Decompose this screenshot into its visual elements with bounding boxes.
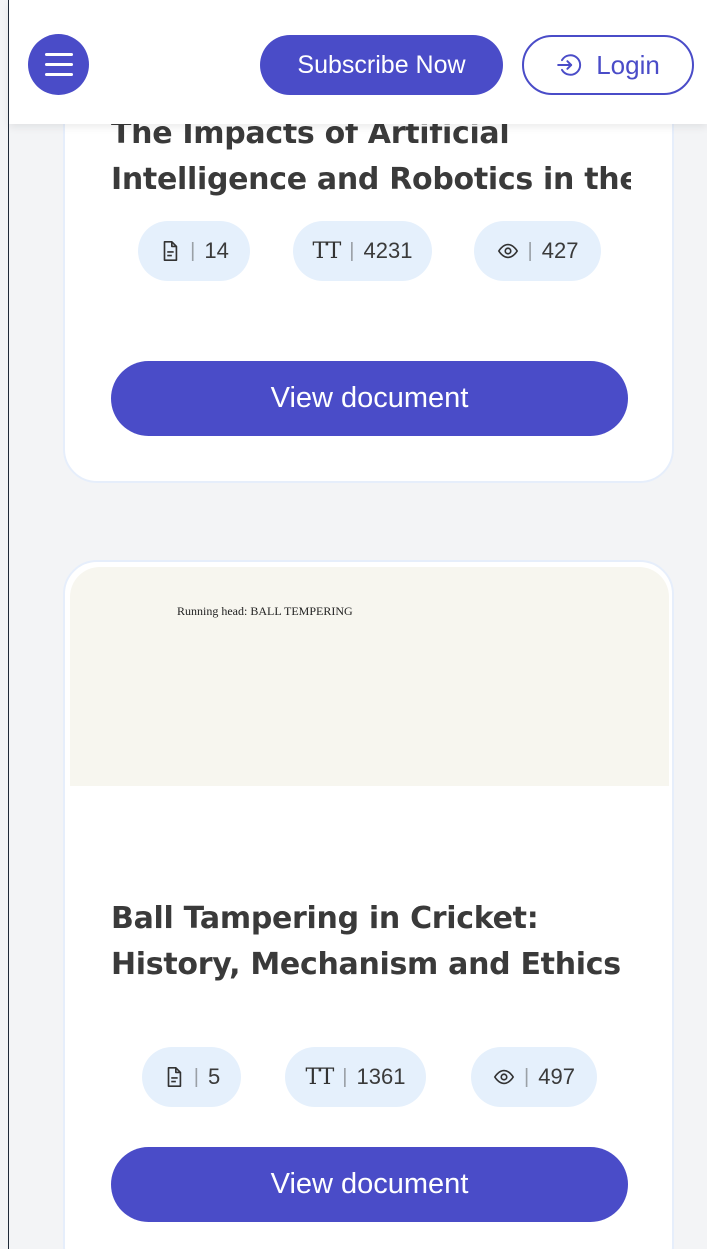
view-document-button[interactable]: View document (111, 1147, 628, 1222)
view-count-badge: | 497 (471, 1047, 597, 1107)
left-border (8, 0, 9, 1249)
eye-icon (497, 243, 518, 259)
page-count-badge: | 5 (142, 1047, 241, 1107)
text-size-icon: TT (312, 238, 342, 264)
word-count: 4231 (363, 238, 413, 263)
eye-icon (493, 1069, 515, 1085)
subscribe-button[interactable]: Subscribe Now (260, 35, 503, 95)
view-document-button[interactable]: View document (111, 361, 628, 436)
login-label: Login (596, 49, 660, 80)
top-header: Subscribe Now Login (9, 0, 707, 124)
login-icon (557, 54, 582, 76)
document-preview[interactable]: Running head: BALL TEMPERING (70, 567, 669, 786)
page-count: 5 (207, 1064, 221, 1089)
word-count-badge: TT | 1361 (285, 1047, 426, 1107)
view-count-badge: | 427 (474, 221, 601, 281)
text-size-icon: TT (305, 1064, 335, 1090)
menu-button[interactable] (28, 34, 89, 95)
preview-running-head: Running head: BALL TEMPERING (177, 604, 353, 618)
card-title[interactable]: The Impacts of Artificial Intelligence a… (111, 111, 631, 203)
page-count: 14 (204, 238, 229, 263)
card-title[interactable]: Ball Tampering in Cricket: History, Mech… (111, 896, 631, 988)
word-count: 1361 (356, 1064, 406, 1089)
document-icon (167, 1067, 182, 1087)
hamburger-icon (44, 53, 73, 56)
document-card-2: Running head: BALL TEMPERING Ball Tamper… (63, 560, 674, 1249)
document-icon (163, 241, 178, 261)
page-count-badge: | 14 (138, 221, 250, 281)
view-count: 427 (541, 238, 579, 263)
login-button[interactable]: Login (522, 35, 694, 95)
word-count-badge: TT | 4231 (293, 221, 432, 281)
view-count: 497 (538, 1064, 575, 1089)
page: The Impacts of Artificial Intelligence a… (0, 0, 707, 1249)
